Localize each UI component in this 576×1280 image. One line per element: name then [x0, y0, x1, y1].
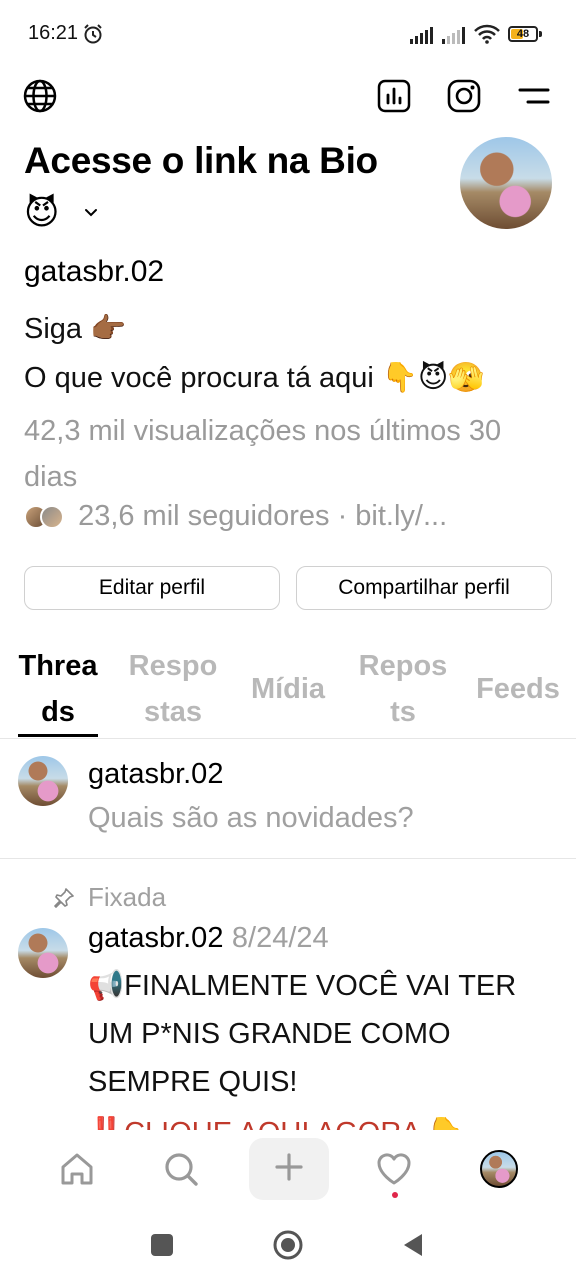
tab-threads[interactable]: Threa ds: [10, 640, 106, 738]
post-date: 8/24/24: [231, 922, 329, 954]
active-tab-indicator: [18, 734, 98, 737]
bio-line-1: Siga 👉🏾: [24, 313, 127, 345]
composer-input[interactable]: Quais são as novidades?: [88, 802, 414, 835]
views-stats[interactable]: 42,3 mil visualizações nos últimos 30 di…: [24, 408, 544, 500]
post-header: gatasbr.02 8/24/24: [88, 922, 329, 955]
edit-profile-button[interactable]: Editar perfil: [24, 566, 280, 610]
home-circle-icon[interactable]: [272, 1229, 304, 1266]
composer-avatar: [18, 756, 68, 806]
tab-feeds[interactable]: Feeds: [468, 640, 568, 738]
tabs-divider: [0, 738, 576, 739]
profile-display-name: Acesse o link na Bio: [24, 140, 378, 181]
pinned-label: Fixada: [88, 882, 167, 912]
composer-divider: [0, 858, 576, 859]
alarm-icon: [82, 23, 104, 50]
followers-text: 23,6 mil seguidores · bit.ly/...: [78, 500, 448, 532]
post-avatar[interactable]: [18, 928, 68, 978]
tab-midia[interactable]: Mídia: [236, 640, 340, 738]
profile-avatar[interactable]: [460, 137, 552, 229]
post-next-line: ‼️CLIQUE AQUI AGORA 👇: [88, 1116, 528, 1130]
menu-icon[interactable]: [516, 78, 552, 114]
tab-respostas[interactable]: Respo stas: [124, 640, 222, 738]
wifi-icon: [474, 24, 500, 49]
search-icon[interactable]: [162, 1150, 200, 1193]
chevron-down-icon[interactable]: [82, 205, 100, 224]
pin-icon: [52, 886, 76, 915]
battery-icon: 48: [508, 26, 538, 42]
profile-avatar[interactable]: [480, 1150, 518, 1188]
post-text[interactable]: 📢FINALMENTE VOCÊ VAI TER UM P*NIS GRANDE…: [88, 962, 558, 1106]
home-icon[interactable]: [58, 1150, 96, 1193]
insights-icon[interactable]: [376, 78, 412, 114]
share-profile-button[interactable]: Compartilhar perfil: [296, 566, 552, 610]
status-bar: 16:21 48: [0, 0, 576, 70]
heart-icon[interactable]: [375, 1150, 413, 1193]
cell-signal-icon: [410, 26, 436, 49]
composer-username: gatasbr.02: [88, 758, 224, 790]
notification-dot: [392, 1192, 398, 1198]
new-thread-button[interactable]: [249, 1138, 329, 1200]
profile-username: gatasbr.02: [24, 255, 165, 288]
instagram-icon[interactable]: [446, 78, 482, 114]
recents-icon[interactable]: [151, 1234, 173, 1256]
battery-level: 48: [516, 28, 530, 40]
follower-avatar: [40, 505, 64, 530]
profile-name-emoji: 😈: [24, 194, 60, 232]
battery-tip: [539, 31, 542, 37]
post-username[interactable]: gatasbr.02: [88, 922, 223, 954]
bio-line-2: O que você procura tá aqui 👇😈🫣: [24, 362, 485, 394]
globe-icon[interactable]: [22, 78, 58, 114]
tab-reposts[interactable]: Repos ts: [354, 640, 452, 738]
status-time: 16:21: [28, 22, 79, 44]
followers-row[interactable]: 23,6 mil seguidores · bit.ly/...: [24, 500, 447, 533]
plus-icon: [274, 1152, 304, 1187]
cell-signal-2-icon: [442, 26, 468, 49]
back-icon[interactable]: [400, 1232, 424, 1263]
